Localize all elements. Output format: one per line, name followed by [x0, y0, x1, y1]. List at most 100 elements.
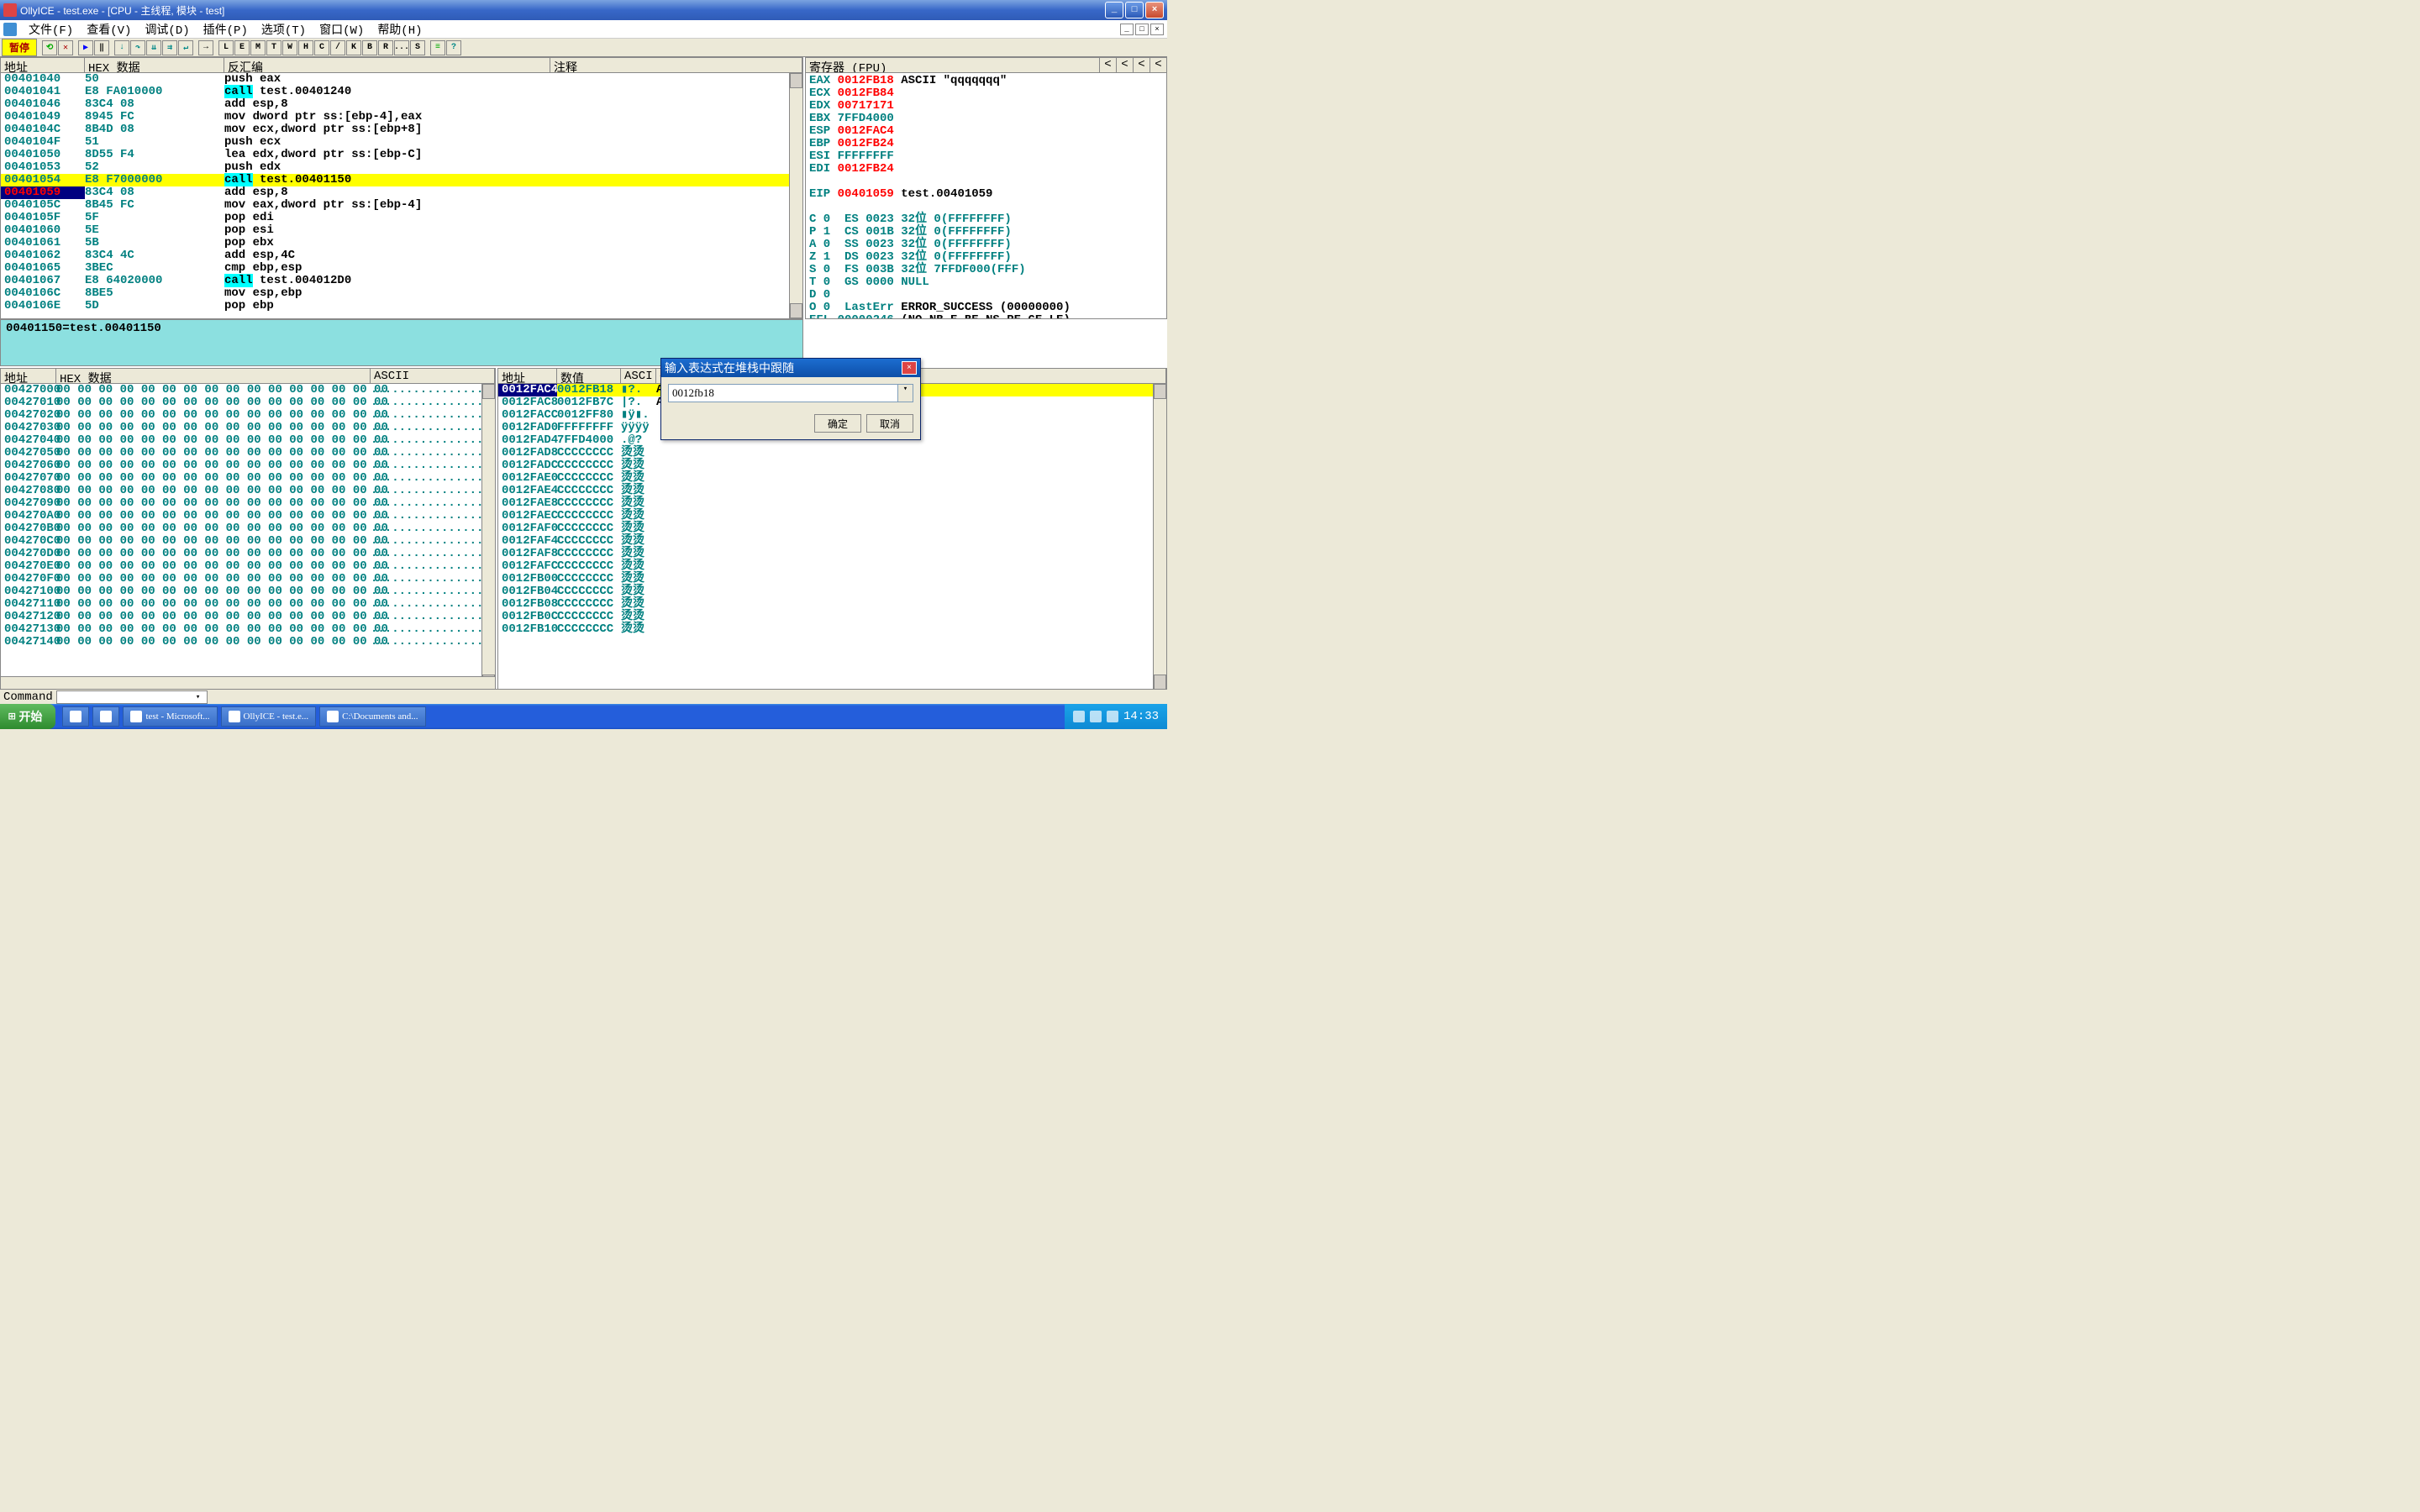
tool-W[interactable]: W — [282, 40, 297, 55]
expression-dropdown[interactable]: ▾ — [898, 384, 913, 402]
hex-row[interactable]: 0042702000 00 00 00 00 00 00 00 00 00 00… — [1, 409, 495, 422]
disasm-row[interactable]: 0040104F51push ecx — [1, 136, 802, 149]
disasm-row[interactable]: 0040106283C4 4Cadd esp,4C — [1, 249, 802, 262]
hex-row[interactable]: 0042707000 00 00 00 00 00 00 00 00 00 00… — [1, 472, 495, 485]
stack-row[interactable]: 0012FAF0CCCCCCCC烫烫 — [498, 522, 1166, 535]
regs-nav-btn[interactable]: < — [1099, 58, 1116, 72]
registers-pane[interactable]: 寄存器 (FPU) <<<< EAX 0012FB18 ASCII "qqqqq… — [805, 57, 1167, 319]
tool-run[interactable]: ▶ — [78, 40, 93, 55]
stack-row[interactable]: 0012FB08CCCCCCCC烫烫 — [498, 598, 1166, 611]
stack-row[interactable]: 0012FAFCCCCCCCCC烫烫 — [498, 560, 1166, 573]
hex-row[interactable]: 0042703000 00 00 00 00 00 00 00 00 00 00… — [1, 422, 495, 434]
stack-row[interactable]: 0012FB00CCCCCCCC烫烫 — [498, 573, 1166, 585]
register-line[interactable]: EDX 00717171 — [809, 100, 1163, 113]
stack-row[interactable]: 0012FAF8CCCCCCCC烫烫 — [498, 548, 1166, 560]
stack-row[interactable]: 0012FB0CCCCCCCCC烫烫 — [498, 611, 1166, 623]
hex-dump-pane[interactable]: 地址 HEX 数据 ASCII 0042700000 00 00 00 00 0… — [0, 368, 496, 690]
disasm-row[interactable]: 00401054E8 F7000000call test.00401150 — [1, 174, 802, 186]
register-line[interactable]: EBX 7FFD4000 — [809, 113, 1163, 125]
regs-nav-btn[interactable]: < — [1116, 58, 1133, 72]
hex-row[interactable]: 0042713000 00 00 00 00 00 00 00 00 00 00… — [1, 623, 495, 636]
tool-goto[interactable]: → — [198, 40, 213, 55]
tray-icon[interactable] — [1107, 711, 1118, 722]
hex-col-data[interactable]: HEX 数据 — [56, 369, 371, 383]
tool-trace-over[interactable]: ⇉ — [162, 40, 177, 55]
stack-row[interactable]: 0012FADCCCCCCCCC烫烫 — [498, 459, 1166, 472]
hex-row[interactable]: 004270D000 00 00 00 00 00 00 00 00 00 00… — [1, 548, 495, 560]
tool-step-into[interactable]: ↓ — [114, 40, 129, 55]
tool-B[interactable]: B — [362, 40, 377, 55]
menu-item[interactable]: 调试(D) — [138, 21, 196, 38]
register-line[interactable]: C 0 ES 0023 32位 0(FFFFFFFF) — [809, 213, 1163, 226]
hex-row[interactable]: 0042701000 00 00 00 00 00 00 00 00 00 00… — [1, 396, 495, 409]
hex-row[interactable]: 0042714000 00 00 00 00 00 00 00 00 00 00… — [1, 636, 495, 648]
disasm-row[interactable]: 004010508D55 F4lea edx,dword ptr ss:[ebp… — [1, 149, 802, 161]
hex-row[interactable]: 004270F000 00 00 00 00 00 00 00 00 00 00… — [1, 573, 495, 585]
tool-K[interactable]: K — [346, 40, 361, 55]
register-line[interactable]: EDI 0012FB24 — [809, 163, 1163, 176]
hex-row[interactable]: 0042711000 00 00 00 00 00 00 00 00 00 00… — [1, 598, 495, 611]
tool-T[interactable]: T — [266, 40, 281, 55]
disasm-row[interactable]: 00401041E8 FA010000call test.00401240 — [1, 86, 802, 98]
regs-nav-btn[interactable]: < — [1150, 58, 1166, 72]
menu-item[interactable]: 查看(V) — [80, 21, 138, 38]
mdi-close[interactable]: × — [1150, 24, 1164, 35]
taskbar-item[interactable]: OllyICE - test.e... — [221, 706, 317, 727]
hex-row[interactable]: 004270E000 00 00 00 00 00 00 00 00 00 00… — [1, 560, 495, 573]
register-line[interactable]: S 0 FS 003B 32位 7FFDF000(FFF) — [809, 264, 1163, 276]
register-line[interactable]: O 0 LastErr ERROR_SUCCESS (00000000) — [809, 302, 1163, 314]
minimize-button[interactable]: _ — [1105, 2, 1123, 18]
disasm-row[interactable]: 0040105F5Fpop edi — [1, 212, 802, 224]
taskbar-item[interactable]: test - Microsoft... — [123, 706, 217, 727]
mdi-restore[interactable]: □ — [1135, 24, 1149, 35]
stack-col-ascii[interactable]: ASCI — [621, 369, 656, 383]
disasm-row[interactable]: 004010615Bpop ebx — [1, 237, 802, 249]
tool-L[interactable]: L — [218, 40, 234, 55]
disasm-row[interactable]: 0040104050push eax — [1, 73, 802, 86]
disasm-row[interactable]: 0040106E5Dpop ebp — [1, 300, 802, 312]
tool-step-over[interactable]: ↷ — [130, 40, 145, 55]
stack-row[interactable]: 0012FAE8CCCCCCCC烫烫 — [498, 497, 1166, 510]
disassembly-pane[interactable]: 地址 HEX 数据 反汇编 注释 0040104050push eax00401… — [0, 57, 803, 319]
stack-row[interactable]: 0012FB04CCCCCCCC烫烫 — [498, 585, 1166, 598]
tool-...[interactable]: ... — [394, 40, 409, 55]
tool-/[interactable]: / — [330, 40, 345, 55]
system-tray[interactable]: 14:33 — [1065, 704, 1167, 729]
register-line[interactable]: T 0 GS 0000 NULL — [809, 276, 1163, 289]
stack-row[interactable]: 0012FAF4CCCCCCCC烫烫 — [498, 535, 1166, 548]
col-comment[interactable]: 注释 — [550, 58, 802, 72]
disasm-row[interactable]: 0040105983C4 08add esp,8 — [1, 186, 802, 199]
hex-row[interactable]: 0042706000 00 00 00 00 00 00 00 00 00 00… — [1, 459, 495, 472]
pause-button[interactable]: 暂停 — [2, 39, 37, 56]
hex-col-ascii[interactable]: ASCII — [371, 369, 495, 383]
tool-open[interactable]: ⟲ — [42, 40, 57, 55]
tool-H[interactable]: H — [298, 40, 313, 55]
register-line[interactable]: P 1 CS 001B 32位 0(FFFFFFFF) — [809, 226, 1163, 239]
tool-E[interactable]: E — [234, 40, 250, 55]
ok-button[interactable]: 确定 — [814, 414, 861, 433]
stack-row[interactable]: 0012FAE0CCCCCCCC烫烫 — [498, 472, 1166, 485]
disasm-row[interactable]: 00401067E8 64020000call test.004012D0 — [1, 275, 802, 287]
tool-trace-into[interactable]: ⇊ — [146, 40, 161, 55]
tool-close[interactable]: ✕ — [58, 40, 73, 55]
col-address[interactable]: 地址 — [1, 58, 85, 72]
menu-item[interactable]: 选项(T) — [255, 21, 313, 38]
taskbar-item[interactable]: C:\Documents and... — [319, 706, 425, 727]
tray-icon[interactable] — [1090, 711, 1102, 722]
hex-row[interactable]: 0042710000 00 00 00 00 00 00 00 00 00 00… — [1, 585, 495, 598]
hex-row[interactable]: 004270A000 00 00 00 00 00 00 00 00 00 00… — [1, 510, 495, 522]
tool-S[interactable]: S — [410, 40, 425, 55]
menu-item[interactable]: 文件(F) — [22, 21, 80, 38]
hex-row[interactable]: 0042704000 00 00 00 00 00 00 00 00 00 00… — [1, 434, 495, 447]
scrollbar-h[interactable] — [1, 676, 495, 690]
expression-input[interactable] — [668, 384, 898, 402]
menu-item[interactable]: 插件(P) — [197, 21, 255, 38]
tool-C[interactable]: C — [314, 40, 329, 55]
regs-nav-btn[interactable]: < — [1133, 58, 1150, 72]
menu-item[interactable]: 帮助(H) — [371, 21, 429, 38]
register-line[interactable]: EFL 00000246 (NO,NB,E,BE,NS,PE,GE,LE) — [809, 314, 1163, 319]
maximize-button[interactable]: □ — [1125, 2, 1144, 18]
stack-col-addr[interactable]: 地址 — [498, 369, 557, 383]
disasm-row[interactable]: 004010605Epop esi — [1, 224, 802, 237]
hex-row[interactable]: 0042708000 00 00 00 00 00 00 00 00 00 00… — [1, 485, 495, 497]
